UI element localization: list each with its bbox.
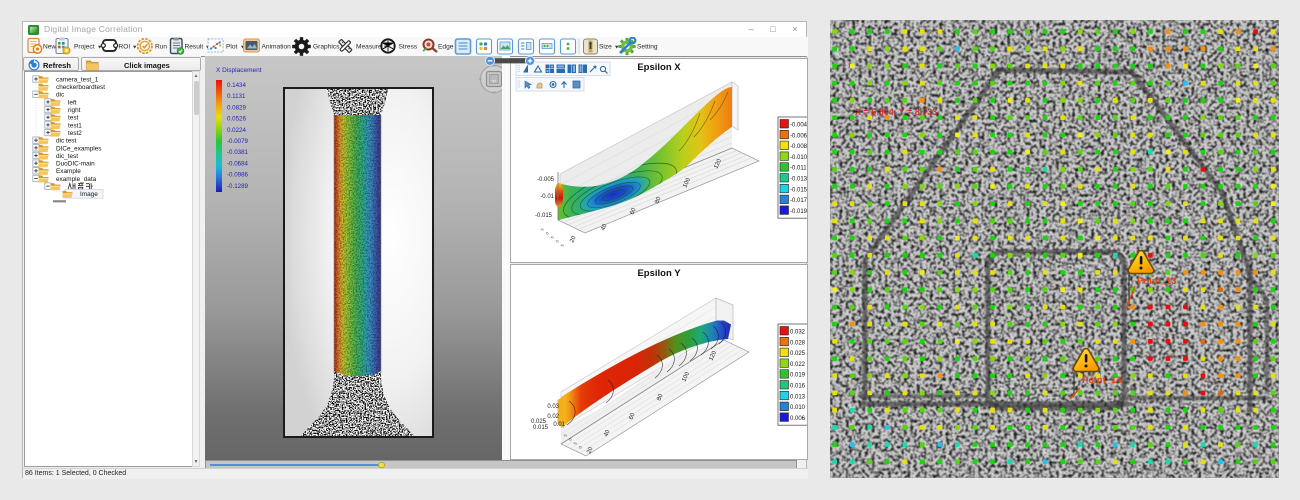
svg-text:0.022: 0.022	[790, 362, 806, 368]
svg-text:0.0829: 0.0829	[227, 104, 246, 111]
svg-text:test1: test1	[68, 122, 82, 129]
svg-text:0.02: 0.02	[547, 414, 559, 420]
svg-text:test: test	[68, 115, 79, 122]
svg-text:0.025: 0.025	[790, 351, 806, 357]
svg-text:-0.015: -0.015	[790, 187, 807, 193]
svg-text:-0.011: -0.011	[790, 166, 807, 172]
svg-text:-0.019: -0.019	[790, 209, 807, 215]
svg-text:5: 5	[549, 235, 555, 240]
svg-text:camera_test_1: camera_test_1	[56, 76, 99, 83]
svg-text:Example: Example	[56, 168, 81, 175]
svg-text:DuoDIC-main: DuoDIC-main	[56, 161, 95, 168]
svg-text:example_data: example_data	[56, 176, 97, 183]
svg-text:0.1131: 0.1131	[227, 93, 246, 100]
svg-text:Project: Project	[74, 44, 95, 51]
svg-text:Run: Run	[155, 44, 167, 51]
svg-text:-0.017: -0.017	[790, 198, 807, 204]
svg-text:New: New	[43, 44, 56, 51]
svg-text:-0.0684: -0.0684	[227, 160, 249, 167]
svg-text:0.1434: 0.1434	[227, 82, 246, 89]
svg-text:0: 0	[554, 239, 560, 244]
svg-text:0.0224: 0.0224	[227, 127, 246, 134]
svg-text:-0.008: -0.008	[790, 144, 807, 150]
svg-text:Size: Size	[599, 44, 612, 51]
svg-text:0.032: 0.032	[790, 330, 806, 336]
svg-text:-0.1289: -0.1289	[227, 183, 249, 190]
svg-text:Animation: Animation	[262, 44, 292, 51]
svg-text:5: 5	[559, 243, 565, 248]
svg-text:0.01: 0.01	[553, 422, 565, 428]
svg-text:Result: Result	[185, 44, 204, 51]
svg-text:-0.005: -0.005	[537, 177, 555, 183]
svg-text:0.013: 0.013	[790, 394, 806, 400]
svg-text:0.015: 0.015	[533, 425, 549, 431]
svg-text:0.028: 0.028	[790, 340, 806, 346]
svg-text:Image: Image	[80, 191, 98, 198]
svg-text:Edge: Edge	[438, 44, 454, 51]
svg-text:0.03: 0.03	[547, 404, 559, 410]
svg-text:DICe_examples: DICe_examples	[56, 145, 101, 152]
svg-text:right: right	[68, 107, 81, 114]
svg-text:Graphics: Graphics	[313, 44, 340, 51]
svg-text:ROI: ROI	[119, 44, 131, 51]
svg-text:0.019: 0.019	[790, 373, 806, 379]
svg-text:Stress: Stress	[399, 44, 418, 51]
svg-text:20: 20	[569, 235, 578, 244]
svg-text:X Displacement: X Displacement	[216, 67, 262, 74]
svg-text:Point_13: Point_13	[1137, 276, 1177, 287]
svg-text:0.0526: 0.0526	[227, 116, 246, 123]
svg-text:Measure: Measure	[356, 44, 382, 51]
svg-text:-0.010: -0.010	[790, 155, 807, 161]
svg-text:left: left	[68, 99, 77, 106]
svg-text:Point_14: Point_14	[1082, 375, 1122, 386]
svg-text:-0.0079: -0.0079	[227, 138, 249, 145]
svg-text:-0.015: -0.015	[535, 213, 553, 219]
svg-text:dic test: dic test	[56, 138, 76, 145]
svg-text:-0.006: -0.006	[790, 133, 807, 139]
svg-text:0.016: 0.016	[790, 384, 806, 390]
svg-text:-0.004: -0.004	[790, 123, 807, 129]
svg-text:X = 6.804, Y = 8.733: X = 6.804, Y = 8.733	[855, 107, 937, 117]
svg-text:5: 5	[539, 227, 545, 232]
svg-text:0.006: 0.006	[790, 416, 806, 422]
svg-text:checkerboardtest: checkerboardtest	[56, 84, 105, 91]
svg-text:test2: test2	[68, 130, 82, 137]
svg-text:dic_test: dic_test	[56, 153, 78, 160]
svg-text:Plot: Plot	[226, 44, 238, 51]
svg-text:-0.013: -0.013	[790, 177, 807, 183]
svg-text:-0.0381: -0.0381	[227, 149, 249, 156]
svg-text:0.010: 0.010	[790, 405, 806, 411]
svg-text:dic: dic	[56, 92, 65, 99]
svg-text:0: 0	[544, 231, 550, 236]
svg-text:Setting: Setting	[637, 44, 658, 51]
svg-text:-0.0986: -0.0986	[227, 172, 249, 179]
svg-text:-0.01: -0.01	[540, 194, 554, 200]
